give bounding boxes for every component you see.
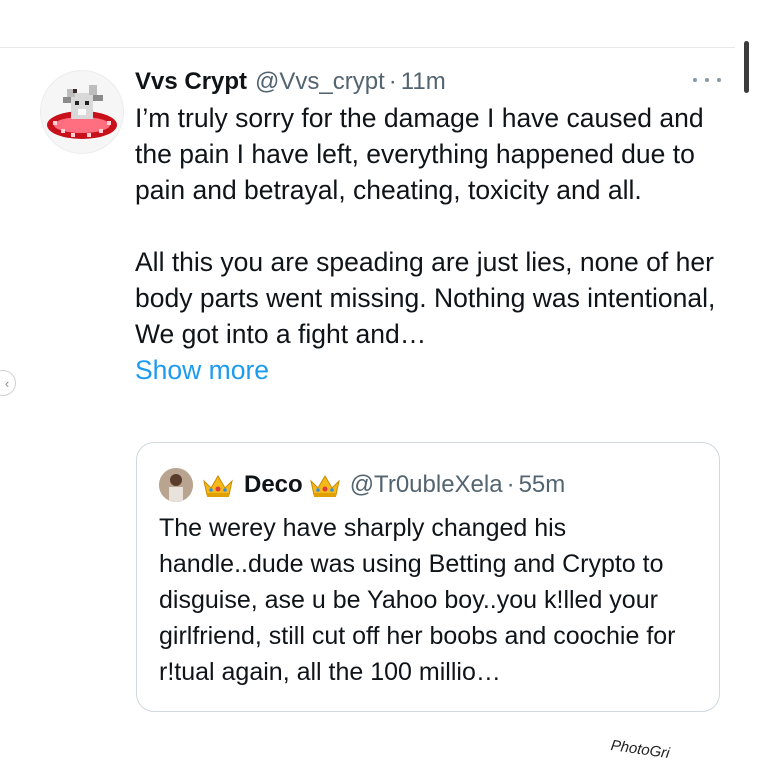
- author-handle[interactable]: @Vvs_crypt: [255, 68, 385, 96]
- quoted-author-avatar[interactable]: [159, 468, 193, 502]
- quoted-tweet-timestamp[interactable]: 55m: [519, 471, 566, 499]
- quoted-tweet-card[interactable]: Deco @Tr0ubleXela · 55m The werey have s…: [136, 442, 720, 712]
- scrollbar[interactable]: [744, 41, 749, 93]
- quoted-tweet-header: Deco @Tr0ubleXela · 55m: [159, 467, 565, 503]
- tweet-text: I’m truly sorry for the damage I have ca…: [135, 100, 735, 388]
- author-avatar[interactable]: [40, 70, 124, 154]
- quoted-author-handle[interactable]: @Tr0ubleXela: [350, 471, 503, 499]
- top-divider: [0, 47, 735, 48]
- tweet-paragraph: I’m truly sorry for the damage I have ca…: [135, 103, 704, 205]
- crown-icon: [203, 475, 233, 497]
- quoted-author-name[interactable]: Deco: [244, 471, 303, 499]
- tweet-header: Vvs Crypt @Vvs_crypt · 11m: [135, 64, 446, 100]
- author-name[interactable]: Vvs Crypt: [135, 68, 247, 96]
- separator-dot: ·: [506, 471, 515, 498]
- crown-icon: [309, 475, 340, 497]
- quoted-tweet-text: The werey have sharply changed his handl…: [159, 514, 676, 686]
- pixel-art-avatar-image: [47, 85, 117, 139]
- show-more-link[interactable]: Show more: [135, 355, 269, 385]
- carousel-prev-button[interactable]: ‹: [0, 370, 16, 396]
- tweet-timestamp[interactable]: 11m: [401, 68, 446, 96]
- separator-dot: ·: [388, 68, 397, 95]
- chevron-left-icon: ‹: [4, 375, 10, 391]
- tweet-paragraph: All this you are speading are just lies,…: [135, 247, 716, 349]
- quoted-avatar-image: [159, 468, 193, 502]
- more-options-icon[interactable]: [693, 72, 721, 88]
- watermark-text: PhotoGri: [609, 737, 671, 762]
